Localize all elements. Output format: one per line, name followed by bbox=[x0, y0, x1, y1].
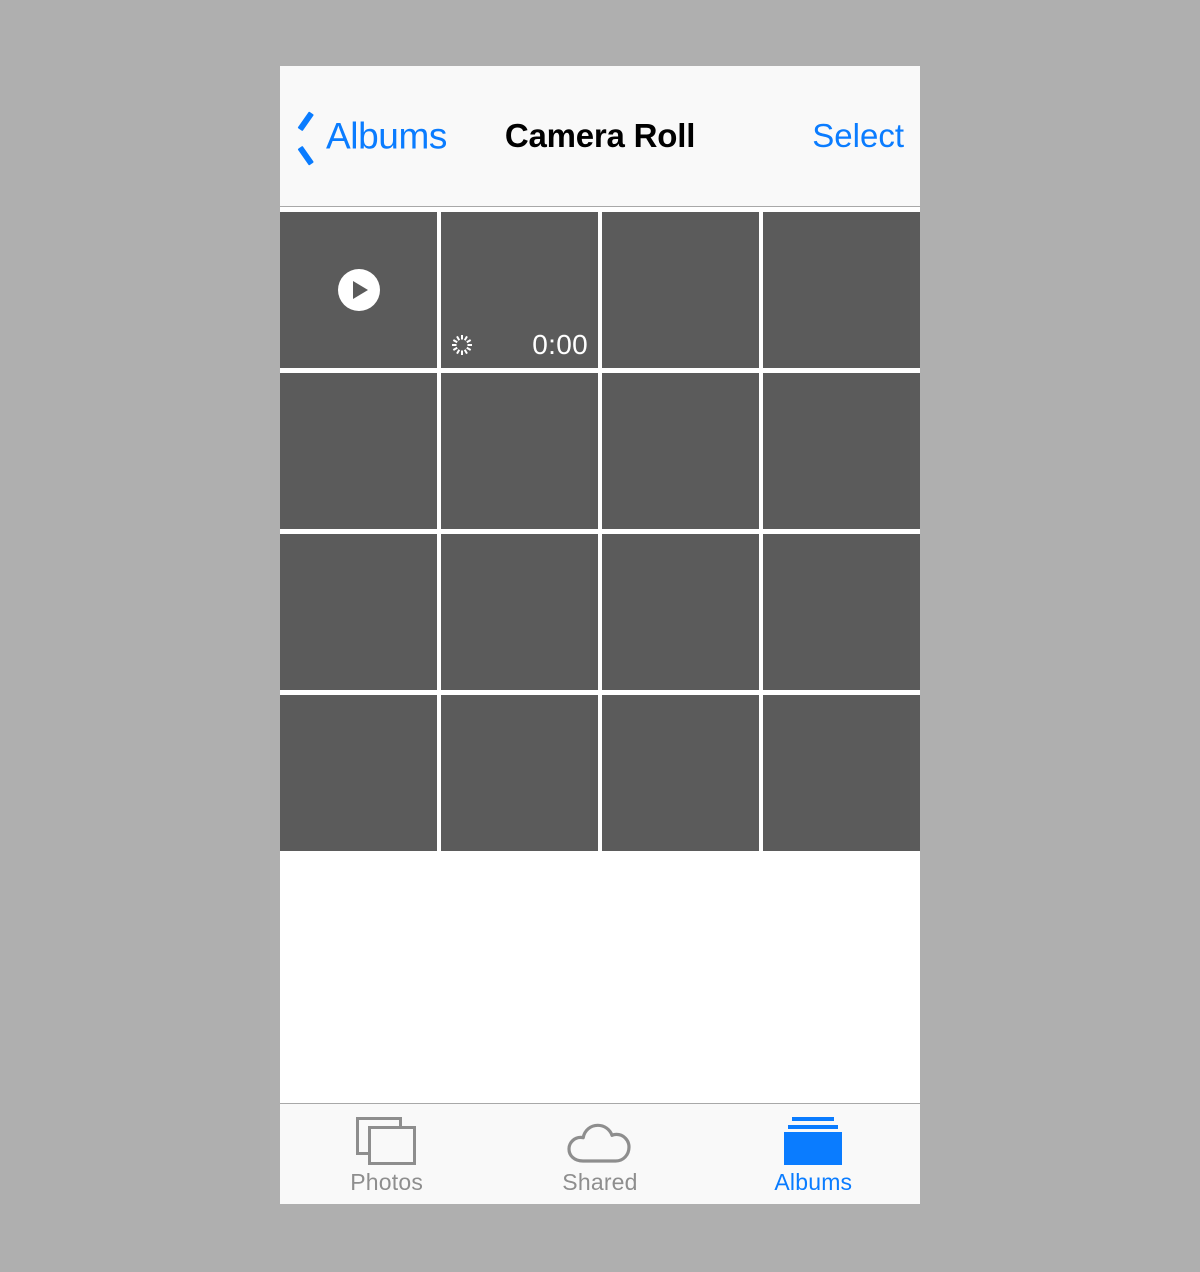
photo-thumbnail[interactable] bbox=[280, 534, 437, 690]
photo-thumbnail[interactable] bbox=[441, 373, 598, 529]
photo-grid-scroll-area[interactable]: 0:00 bbox=[280, 207, 920, 1103]
photo-thumbnail[interactable] bbox=[280, 373, 437, 529]
albums-stack-icon bbox=[782, 1117, 844, 1165]
tab-albums[interactable]: Albums bbox=[707, 1104, 920, 1204]
photo-thumbnail[interactable] bbox=[602, 212, 759, 368]
photo-thumbnail[interactable] bbox=[602, 534, 759, 690]
photo-grid: 0:00 bbox=[280, 212, 920, 856]
tab-shared[interactable]: Shared bbox=[493, 1104, 706, 1204]
play-icon bbox=[337, 269, 380, 311]
phone-screen: Albums Camera Roll Select 0:00 Photos Sh… bbox=[280, 66, 920, 1204]
navigation-bar: Albums Camera Roll Select bbox=[280, 66, 920, 207]
photo-thumbnail[interactable] bbox=[602, 695, 759, 851]
photo-thumbnail[interactable] bbox=[763, 373, 920, 529]
activity-spinner-icon bbox=[451, 334, 473, 356]
photo-thumbnail[interactable] bbox=[763, 534, 920, 690]
cloud-icon bbox=[567, 1118, 633, 1164]
photo-thumbnail-video-loading[interactable]: 0:00 bbox=[441, 212, 598, 368]
tab-bar: Photos Shared Albums bbox=[280, 1103, 920, 1204]
photo-thumbnail[interactable] bbox=[763, 212, 920, 368]
photo-thumbnail[interactable] bbox=[763, 695, 920, 851]
video-duration-label: 0:00 bbox=[532, 329, 588, 360]
photo-thumbnail[interactable] bbox=[441, 534, 598, 690]
select-button[interactable]: Select bbox=[812, 117, 904, 155]
photos-stack-icon bbox=[355, 1117, 418, 1165]
video-meta-bar: 0:00 bbox=[441, 328, 598, 362]
photo-thumbnail-video[interactable] bbox=[280, 212, 437, 368]
tab-photos-label: Photos bbox=[350, 1169, 424, 1195]
photo-thumbnail[interactable] bbox=[280, 695, 437, 851]
photo-thumbnail[interactable] bbox=[602, 373, 759, 529]
tab-albums-label: Albums bbox=[774, 1169, 853, 1195]
tab-photos[interactable]: Photos bbox=[280, 1104, 493, 1204]
tab-shared-label: Shared bbox=[562, 1169, 638, 1195]
photo-thumbnail[interactable] bbox=[441, 695, 598, 851]
